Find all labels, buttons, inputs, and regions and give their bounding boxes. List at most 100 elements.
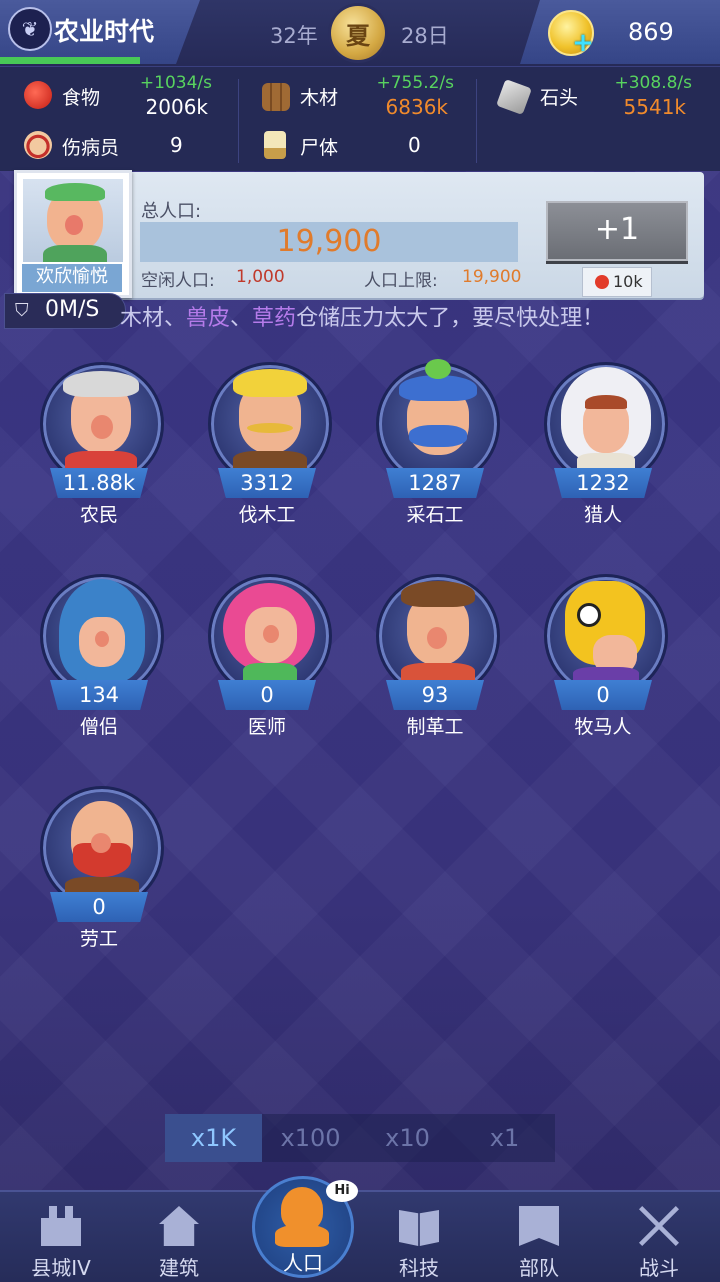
portrait-image	[23, 179, 123, 269]
add-coin-button[interactable]: +	[572, 30, 594, 56]
worker-name: 劳工	[79, 928, 118, 950]
worker-card-lumberjack[interactable]: 3312 伐木工	[204, 338, 334, 526]
worker-name: 采石工	[406, 504, 464, 526]
multiplier-x1[interactable]: x1	[456, 1114, 553, 1162]
nav-label: 县城IV	[31, 1256, 91, 1280]
bottom-nav: 县城IV 建筑 科技 部队 战斗	[0, 1190, 720, 1282]
resource-amount: 5541k	[623, 95, 686, 119]
population-cap-value: 19,900	[462, 267, 522, 287]
resource-panel: 食物 +1034/s 2006k 木材 +755.2/s 6836k 石头 +3…	[0, 66, 720, 171]
counter-name: 伤病员	[62, 137, 120, 159]
resource-rate: +755.2/s	[376, 73, 455, 93]
divider	[238, 79, 239, 163]
speed-badge: ⛉ 0M/S	[4, 293, 126, 329]
corpse-icon	[264, 131, 286, 159]
multiplier-x100[interactable]: x100	[262, 1114, 359, 1162]
quarryman-avatar	[376, 359, 500, 486]
shield-icon: ⛉	[15, 300, 29, 321]
lumberjack-avatar	[208, 362, 332, 486]
idle-population-value: 1,000	[236, 267, 285, 287]
warning-mid: 、	[230, 306, 253, 331]
divider	[476, 79, 477, 163]
warning-prefix: 木材、	[120, 306, 187, 331]
worker-count: 0	[50, 892, 148, 922]
multiplier-selector: x1K x100 x10 x1	[165, 1114, 555, 1162]
worker-count: 0	[218, 680, 316, 710]
worker-card-doctor[interactable]: 0 医师	[204, 550, 334, 738]
nav-county[interactable]: 县城IV	[6, 1192, 116, 1282]
worker-count: 3312	[218, 468, 316, 498]
tanner-avatar	[376, 574, 500, 698]
season-icon[interactable]: 夏	[331, 6, 385, 60]
add-cost-tag: 10k	[582, 267, 652, 297]
nav-label: 人口	[283, 1251, 323, 1275]
worker-count: 11.88k	[50, 468, 148, 498]
worker-name: 猎人	[583, 504, 622, 526]
worker-name: 农民	[79, 504, 118, 526]
worker-card-horse-herder[interactable]: 0 牧马人	[540, 550, 670, 738]
wheat-icon: ❦	[8, 7, 52, 51]
day-label: 28日	[401, 24, 449, 48]
storage-warning: 木材、兽皮、草药仓储压力太大了，要尽快处理！	[120, 300, 604, 332]
worker-count: 134	[50, 680, 148, 710]
worker-card-hunter[interactable]: 1232 猎人	[540, 338, 670, 526]
era-title: 农业时代	[54, 17, 155, 46]
nav-label: 建筑	[159, 1256, 199, 1280]
worker-count: 1287	[386, 468, 484, 498]
nav-troops[interactable]: 部队	[484, 1192, 594, 1282]
house-icon	[159, 1206, 199, 1246]
resource-rate: +308.8/s	[614, 73, 693, 93]
doctor-avatar	[208, 574, 332, 698]
injured-icon	[24, 131, 52, 159]
apple-icon	[595, 275, 609, 289]
apple-icon	[24, 81, 52, 109]
worker-card-farmer[interactable]: 11.88k 农民	[36, 338, 166, 526]
speed-value: 0M/S	[45, 297, 100, 322]
worker-name: 僧侣	[79, 716, 118, 738]
mood-label: 欢欣愉悦	[20, 262, 124, 294]
worker-card-laborer[interactable]: 0 劳工	[36, 762, 166, 950]
add-cost-value: 10k	[613, 272, 643, 291]
multiplier-x1k[interactable]: x1K	[165, 1114, 262, 1162]
nav-label: 部队	[519, 1256, 559, 1280]
warning-highlight: 草药	[252, 306, 297, 331]
banner-icon	[519, 1206, 559, 1246]
nav-label: 战斗	[639, 1256, 679, 1280]
counter-value: 9	[170, 133, 183, 157]
counter-value: 0	[408, 133, 421, 157]
worker-card-quarryman[interactable]: 1287 采石工	[372, 338, 502, 526]
add-population-button[interactable]: +1	[546, 201, 688, 261]
worker-name: 医师	[247, 716, 286, 738]
total-population-value: 19,900	[276, 224, 382, 259]
stone-icon	[496, 79, 532, 115]
coin-count: 869	[628, 18, 674, 46]
laborer-avatar	[40, 786, 164, 910]
resource-amount: 6836k	[385, 95, 448, 119]
population-cap-label: 人口上限:	[364, 271, 438, 291]
resource-name: 木材	[300, 87, 339, 109]
warning-highlight: 兽皮	[186, 306, 231, 331]
idle-population-label: 空闲人口:	[141, 271, 215, 291]
worker-name: 制革工	[406, 716, 464, 738]
nav-buildings[interactable]: 建筑	[124, 1192, 234, 1282]
worker-name: 伐木工	[238, 504, 296, 526]
worker-card-monk[interactable]: 134 僧侣	[36, 550, 166, 738]
worker-count: 0	[554, 680, 652, 710]
era-progress-bar	[0, 57, 140, 64]
nav-battle[interactable]: 战斗	[604, 1192, 714, 1282]
multiplier-x10[interactable]: x10	[359, 1114, 456, 1162]
worker-count: 93	[386, 680, 484, 710]
hunter-avatar	[544, 362, 668, 486]
resource-amount: 2006k	[145, 95, 208, 119]
resource-name: 食物	[62, 87, 101, 109]
nav-label: 科技	[399, 1256, 439, 1280]
nav-technology[interactable]: 科技	[364, 1192, 474, 1282]
counter-name: 尸体	[300, 137, 339, 159]
person-body-icon	[275, 1225, 329, 1247]
top-bar: ❦ 农业时代 32年 夏 28日 + 869	[0, 0, 720, 66]
monk-avatar	[40, 574, 164, 698]
year-label: 32年	[270, 24, 318, 48]
worker-card-tanner[interactable]: 93 制革工	[372, 550, 502, 738]
worker-count: 1232	[554, 468, 652, 498]
worker-name: 牧马人	[574, 716, 632, 738]
